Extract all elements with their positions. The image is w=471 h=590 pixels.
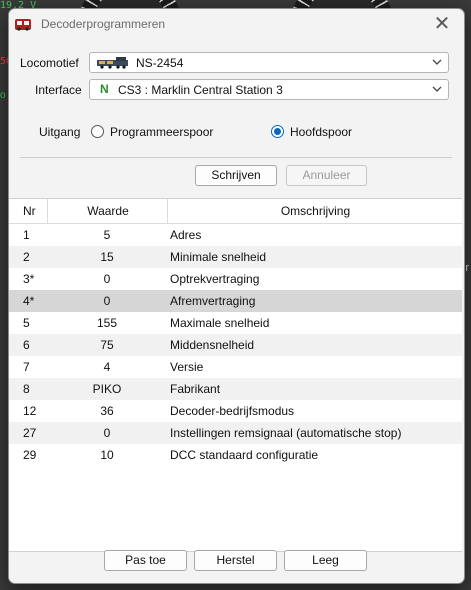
cell-nr: 7 [23, 360, 30, 374]
cell-waarde[interactable]: 36 [47, 400, 167, 422]
close-icon: ✕ [433, 13, 451, 35]
reset-button[interactable]: Herstel [194, 550, 277, 571]
divider [20, 157, 452, 158]
radio-hoofdspoor[interactable] [271, 125, 284, 138]
column-header-nr[interactable]: Nr [23, 199, 36, 223]
table-header: Nr Waarde Omschrijving [9, 199, 462, 224]
cell-waarde[interactable]: 0 [47, 290, 167, 312]
cell-nr: 12 [23, 404, 37, 418]
locomotief-select[interactable]: NS-2454 [89, 52, 449, 73]
cell-nr: 5 [23, 316, 30, 330]
uitgang-label: Uitgang [39, 125, 81, 139]
cell-omschrijving: Adres [170, 228, 202, 242]
clear-button[interactable]: Leeg [284, 550, 367, 571]
cell-nr: 8 [23, 382, 30, 396]
table-row[interactable]: 3* 0 Optrekvertraging [9, 268, 462, 290]
cell-omschrijving: DCC standaard configuratie [170, 448, 319, 462]
cell-waarde[interactable]: 0 [47, 422, 167, 444]
cv-table: Nr Waarde Omschrijving 1 5 Adres 2 15 Minimal… [9, 198, 462, 552]
column-header-omschrijving[interactable]: Omschrijving [167, 199, 463, 223]
cell-omschrijving: Minimale snelheid [170, 250, 267, 264]
table-row[interactable]: 8 PIKO Fabrikant [9, 378, 462, 400]
table-row[interactable]: 6 75 Middensnelheid [9, 334, 462, 356]
cell-waarde[interactable]: 155 [47, 312, 167, 334]
cell-omschrijving: Middensnelheid [170, 338, 255, 352]
interface-status-icon: N [100, 82, 109, 96]
cell-waarde[interactable]: 15 [47, 246, 167, 268]
cell-omschrijving: Versie [170, 360, 204, 374]
table-row[interactable]: 27 0 Instellingen remsignaal (automatische… [9, 422, 462, 444]
table-row[interactable]: 12 36 Decoder-bedrijfsmodus [9, 400, 462, 422]
decoder-programming-dialog: Decoderprogrammeren ✕ Locomotief NS-2454… [8, 8, 465, 584]
chevron-down-icon [432, 86, 442, 92]
radio-hoofdspoor-label[interactable]: Hoofdspoor [290, 125, 352, 139]
locomotive-icon [97, 57, 128, 69]
table-row[interactable]: 2 15 Minimale snelheid [9, 246, 462, 268]
write-button[interactable]: Schrijven [195, 165, 277, 186]
background-text: r [465, 262, 469, 274]
interface-value: CS3 : Marklin Central Station 3 [118, 83, 283, 97]
cell-omschrijving: Instellingen remsignaal (automatische st… [170, 426, 402, 440]
table-row[interactable]: 1 5 Adres [9, 224, 462, 246]
cell-waarde[interactable]: 5 [47, 224, 167, 246]
cell-nr: 2 [23, 250, 30, 264]
cell-nr: 1 [23, 228, 30, 242]
cell-nr: 27 [23, 426, 37, 440]
cell-omschrijving: Maximale snelheid [170, 316, 270, 330]
cell-omschrijving: Optrekvertraging [170, 272, 260, 286]
table-row[interactable]: 4* 0 Afremvertraging [9, 290, 462, 312]
cell-nr: 29 [23, 448, 37, 462]
interface-select[interactable]: N CS3 : Marklin Central Station 3 [89, 79, 449, 100]
cell-waarde[interactable]: 75 [47, 334, 167, 356]
cell-waarde[interactable]: PIKO [47, 378, 167, 400]
cell-omschrijving: Fabrikant [170, 382, 221, 396]
cell-waarde[interactable]: 0 [47, 268, 167, 290]
cell-waarde[interactable]: 4 [47, 356, 167, 378]
table-row[interactable]: 29 10 DCC standaard configuratie [9, 444, 462, 466]
table-row[interactable]: 5 155 Maximale snelheid [9, 312, 462, 334]
apply-button[interactable]: Pas toe [104, 550, 187, 571]
title-bar: Decoderprogrammeren ✕ [9, 9, 464, 41]
cell-nr: 3* [23, 272, 35, 286]
cell-nr: 6 [23, 338, 30, 352]
locomotief-value: NS-2454 [136, 56, 184, 70]
cell-omschrijving: Afremvertraging [170, 294, 256, 308]
close-button[interactable]: ✕ [430, 14, 454, 36]
locomotief-label: Locomotief [20, 56, 79, 70]
column-header-waarde[interactable]: Waarde [47, 199, 168, 223]
cell-nr: 4* [23, 294, 35, 308]
background-green-text: o [0, 90, 6, 101]
locomotive-app-icon [15, 19, 31, 31]
cancel-button[interactable]: Annuleer [286, 165, 367, 186]
dialog-title: Decoderprogrammeren [41, 17, 166, 31]
cell-omschrijving: Decoder-bedrijfsmodus [170, 404, 295, 418]
chevron-down-icon [432, 59, 442, 65]
radio-programmeerspoor-label[interactable]: Programmeerspoor [110, 125, 213, 139]
interface-label: Interface [35, 83, 82, 97]
cell-waarde[interactable]: 10 [47, 444, 167, 466]
table-row[interactable]: 7 4 Versie [9, 356, 462, 378]
radio-programmeerspoor[interactable] [91, 125, 104, 138]
